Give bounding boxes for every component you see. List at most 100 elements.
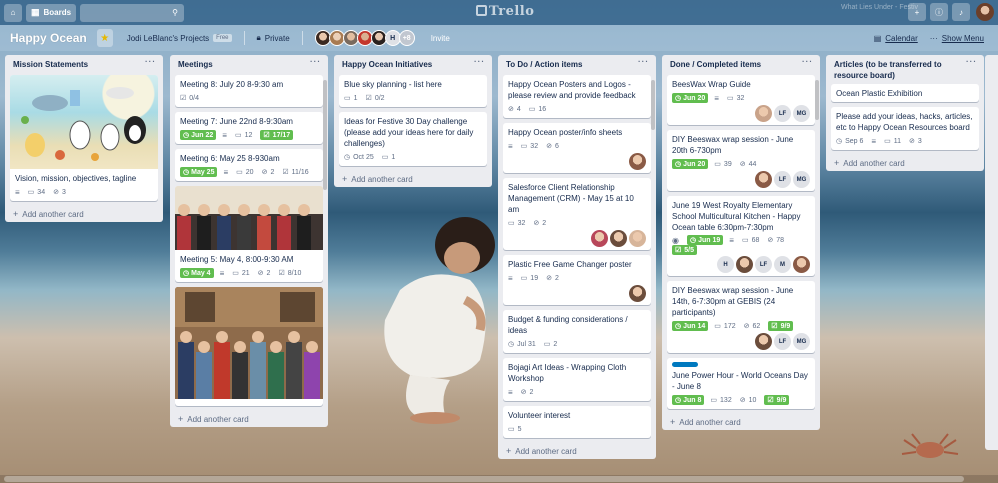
member-avatar[interactable]: [755, 333, 772, 350]
list-menu-icon[interactable]: ···: [966, 58, 977, 66]
due-date-text: May 4: [191, 269, 211, 277]
user-avatar[interactable]: [976, 3, 994, 21]
list-menu-icon[interactable]: ···: [310, 58, 321, 66]
member-initials[interactable]: M: [774, 256, 791, 273]
add-card-button[interactable]: + Add another card: [339, 171, 487, 187]
star-button[interactable]: ★: [96, 29, 113, 47]
comments-count: 39: [723, 160, 732, 168]
member-avatar[interactable]: [755, 105, 772, 122]
board-title[interactable]: Happy Ocean: [10, 31, 87, 45]
member-initials[interactable]: MG: [793, 105, 810, 122]
team-button[interactable]: Jodi LeBlanc's Projects Free: [121, 29, 238, 47]
card-title: Salesforce Client Relationship Managemen…: [508, 183, 634, 214]
card[interactable]: BeesWax Wrap Guide ◷ Jun 20 ≡ ▭ 32 LF MG: [667, 75, 815, 125]
member-avatar[interactable]: [629, 153, 646, 170]
create-button[interactable]: +: [908, 3, 926, 21]
card[interactable]: Meeting 7: June 22nd 8-9:30am ◷ Jun 22 ≡ ▭ 12…: [175, 112, 323, 144]
member-avatar[interactable]: [793, 256, 810, 273]
list-menu-icon[interactable]: ···: [802, 58, 813, 66]
team-badge: Free: [213, 34, 232, 42]
notifications-button[interactable]: ♪: [952, 3, 970, 21]
calendar-button[interactable]: ▤ Calendar: [868, 29, 924, 47]
add-card-button[interactable]: + Add another card: [503, 443, 651, 459]
card[interactable]: Vision, mission, objectives, tagline ≡ ▭ 34…: [10, 75, 158, 201]
list-scrollbar[interactable]: [323, 80, 327, 190]
list-title[interactable]: Meetings: [178, 59, 213, 70]
comments-count: 1: [353, 94, 358, 102]
home-button[interactable]: ⌂: [4, 3, 22, 22]
member-initials[interactable]: MG: [793, 333, 810, 350]
show-menu-button[interactable]: ··· Show Menu: [924, 29, 990, 47]
list-header[interactable]: Happy Ocean Initiatives ···: [339, 55, 487, 75]
list-title[interactable]: Mission Statements: [13, 59, 88, 70]
member-initials[interactable]: LF: [774, 171, 791, 188]
list-header[interactable]: Articles (to be transferred to resource …: [831, 55, 979, 84]
card-badges: ◷ Jun 20 ≡ ▭ 32: [672, 92, 810, 104]
list-menu-icon[interactable]: ···: [474, 58, 485, 66]
date-count: Oct 25: [353, 153, 374, 161]
list-title[interactable]: Done / Completed items: [670, 59, 761, 70]
card[interactable]: DIY Beeswax wrap session - June 20th 6-7…: [667, 130, 815, 191]
member-initials[interactable]: MG: [793, 171, 810, 188]
attachments-badge: ⊘ 62: [744, 322, 761, 331]
due-date-badge: ◷ Jun 8: [672, 395, 705, 405]
info-button[interactable]: ⓘ: [930, 3, 948, 21]
card[interactable]: Bojagi Art Ideas - Wrapping Cloth Worksh…: [503, 358, 651, 401]
attachments-badge: ⊘ 3: [909, 137, 922, 146]
add-card-button[interactable]: + Add another card: [10, 206, 158, 222]
list-header[interactable]: Done / Completed items ···: [667, 55, 815, 75]
add-card-button[interactable]: + Add another card: [175, 411, 323, 427]
list-scrollbar[interactable]: [815, 80, 819, 120]
card[interactable]: Volunteer interest ▭ 5: [503, 406, 651, 438]
card[interactable]: Blue sky planning - list here ▭ 1 ☑ 0/2: [339, 75, 487, 107]
member-initials[interactable]: H: [717, 256, 734, 273]
list-header[interactable]: Mission Statements ···: [10, 55, 158, 75]
member-initials[interactable]: LF: [774, 333, 791, 350]
card[interactable]: Meeting 5: May 4, 8:00-9:30 AM ◷ May 4 ≡ ▭ 21…: [175, 186, 323, 282]
comments-count: 1: [391, 153, 396, 161]
list-title[interactable]: Articles (to be transferred to resource …: [834, 59, 966, 81]
card[interactable]: Salesforce Client Relationship Managemen…: [503, 178, 651, 250]
search-input[interactable]: ⚲: [80, 3, 184, 22]
boards-button[interactable]: ▦ Boards: [26, 3, 76, 22]
add-card-button[interactable]: + Add another card: [667, 414, 815, 430]
member-avatar[interactable]: [591, 230, 608, 247]
card[interactable]: Please add your ideas, hacks, articles, …: [831, 107, 979, 150]
list-header[interactable]: To Do / Action items ···: [503, 55, 651, 75]
member-initials[interactable]: LF: [755, 256, 772, 273]
invite-button[interactable]: Invite: [425, 29, 456, 47]
member-avatar[interactable]: [736, 256, 753, 273]
card[interactable]: Happy Ocean Posters and Logos - please r…: [503, 75, 651, 118]
add-card-button[interactable]: + Add another card: [831, 155, 979, 171]
description-icon: ≡: [871, 136, 877, 146]
list-menu-icon[interactable]: ···: [145, 58, 156, 66]
card[interactable]: Happy Ocean poster/info sheets ≡ ▭ 32 ⊘ 6: [503, 123, 651, 173]
member-avatar[interactable]: [629, 230, 646, 247]
comments-icon: ▭: [741, 237, 749, 244]
card[interactable]: [175, 287, 323, 406]
card[interactable]: Ideas for Festive 30 Day challenge (plea…: [339, 112, 487, 166]
list-title[interactable]: To Do / Action items: [506, 59, 582, 70]
member-avatar[interactable]: [755, 171, 772, 188]
card[interactable]: June 19 West Royalty Elementary School M…: [667, 196, 815, 276]
member-avatar[interactable]: [610, 230, 627, 247]
card[interactable]: DIY Beeswax wrap session - June 14th, 6-…: [667, 281, 815, 353]
card[interactable]: June Power Hour - World Oceans Day - Jun…: [667, 358, 815, 409]
card[interactable]: Meeting 6: May 25 8-930am ◷ May 25 ≡ ▭ 20 ⊘ 2 ☑ 1…: [175, 149, 323, 181]
home-icon: ⌂: [10, 8, 16, 17]
visibility-button[interactable]: 🔒︎ Private: [251, 29, 296, 47]
ellipsis-icon: ···: [929, 33, 938, 43]
list-header[interactable]: Meetings ···: [175, 55, 323, 75]
card[interactable]: Meeting 8: July 20 8-9:30 am ☑ 0/4: [175, 75, 323, 107]
member-initials[interactable]: LF: [774, 105, 791, 122]
more-members[interactable]: +8: [398, 30, 415, 46]
trello-logo[interactable]: Trello: [476, 4, 534, 19]
list-title[interactable]: Happy Ocean Initiatives: [342, 59, 432, 70]
member-avatar[interactable]: [629, 285, 646, 302]
list-menu-icon[interactable]: ···: [638, 58, 649, 66]
list-scrollbar[interactable]: [651, 80, 655, 130]
card[interactable]: Ocean Plastic Exhibition: [831, 84, 979, 102]
horizontal-scrollbar[interactable]: [0, 475, 998, 483]
card[interactable]: Budget & funding considerations / ideas ◷…: [503, 310, 651, 353]
card[interactable]: Plastic Free Game Changer poster ≡ ▭ 19 ⊘ 2: [503, 255, 651, 305]
